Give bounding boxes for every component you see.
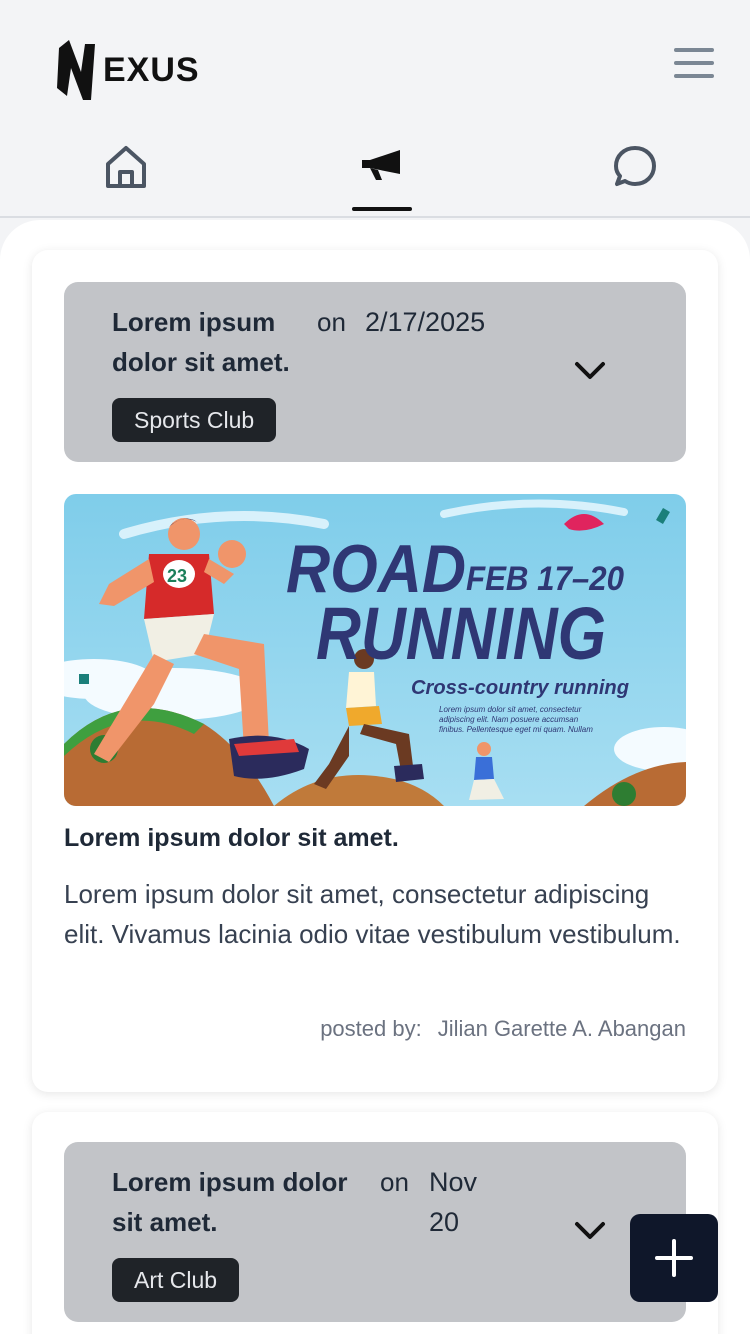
announcement-feed: Lorem ipsum dolor sit amet. on 2/17/2025… — [0, 220, 750, 1334]
runner-bib-number: 23 — [167, 566, 187, 586]
banner-title-line2: RUNNING — [316, 592, 606, 675]
post-body: Lorem ipsum dolor sit amet, consectetur … — [64, 879, 681, 949]
announcement-card: Lorem ipsum dolor sit amet. on 2/17/2025… — [32, 250, 718, 1092]
post-title: Lorem ipsum dolor sit amet. — [64, 824, 399, 852]
home-icon — [106, 146, 146, 188]
logo-text: EXUS — [103, 50, 200, 89]
tab-bar — [0, 130, 750, 218]
post-date-prefix: on — [380, 1167, 409, 1197]
plus-icon — [655, 1239, 693, 1277]
club-tag[interactable]: Sports Club — [112, 398, 277, 442]
tab-announcements[interactable] — [352, 140, 412, 206]
tab-home[interactable] — [96, 140, 156, 206]
chevron-down-icon[interactable] — [574, 360, 606, 382]
post-date: 2/17/2025 — [365, 307, 486, 337]
megaphone-icon — [362, 150, 400, 180]
post-header-title: Lorem ipsum dolor sit amet. — [112, 307, 290, 377]
post-header-title: Lorem ipsum dolor sit amet. — [112, 1167, 348, 1237]
club-tag[interactable]: Art Club — [112, 1258, 240, 1302]
post-header[interactable]: Lorem ipsum dolor sit amet. on Nov 20 Ar… — [64, 1142, 686, 1322]
app-header: EXUS — [0, 0, 750, 130]
announcement-card: Lorem ipsum dolor sit amet. on Nov 20 Ar… — [32, 1112, 718, 1334]
tab-messages[interactable] — [605, 140, 665, 206]
post-date-prefix: on — [317, 307, 346, 337]
post-header[interactable]: Lorem ipsum dolor sit amet. on 2/17/2025… — [64, 282, 686, 462]
post-date-day: 20 — [429, 1207, 460, 1237]
chevron-down-icon[interactable] — [574, 1220, 606, 1242]
app-logo[interactable]: EXUS — [55, 38, 200, 102]
banner-blurb-line3: finibus. Pellentesque eget mi quam. Null… — [439, 725, 593, 734]
posted-by-label: posted by: — [320, 1016, 422, 1041]
banner-blurb-line1: Lorem ipsum dolor sit amet, consectetur — [439, 705, 582, 714]
posted-by: posted by: Jilian Garette A. Abangan — [320, 1016, 686, 1042]
post-author[interactable]: Jilian Garette A. Abangan — [438, 1016, 686, 1041]
post-date-month: Nov — [429, 1167, 478, 1197]
banner-subtitle: Cross-country running — [411, 677, 629, 699]
chat-icon — [614, 146, 656, 186]
create-post-button[interactable] — [630, 1214, 718, 1302]
hamburger-menu-icon[interactable] — [674, 48, 714, 80]
logo-mark-icon — [57, 40, 95, 100]
event-banner-image: 23 ROAD FEB 17–20 RUNNING Cross-country … — [64, 494, 686, 806]
active-tab-indicator — [352, 207, 412, 211]
banner-blurb-line2: adipiscing elit. Nam posuere accumsan — [439, 715, 579, 724]
